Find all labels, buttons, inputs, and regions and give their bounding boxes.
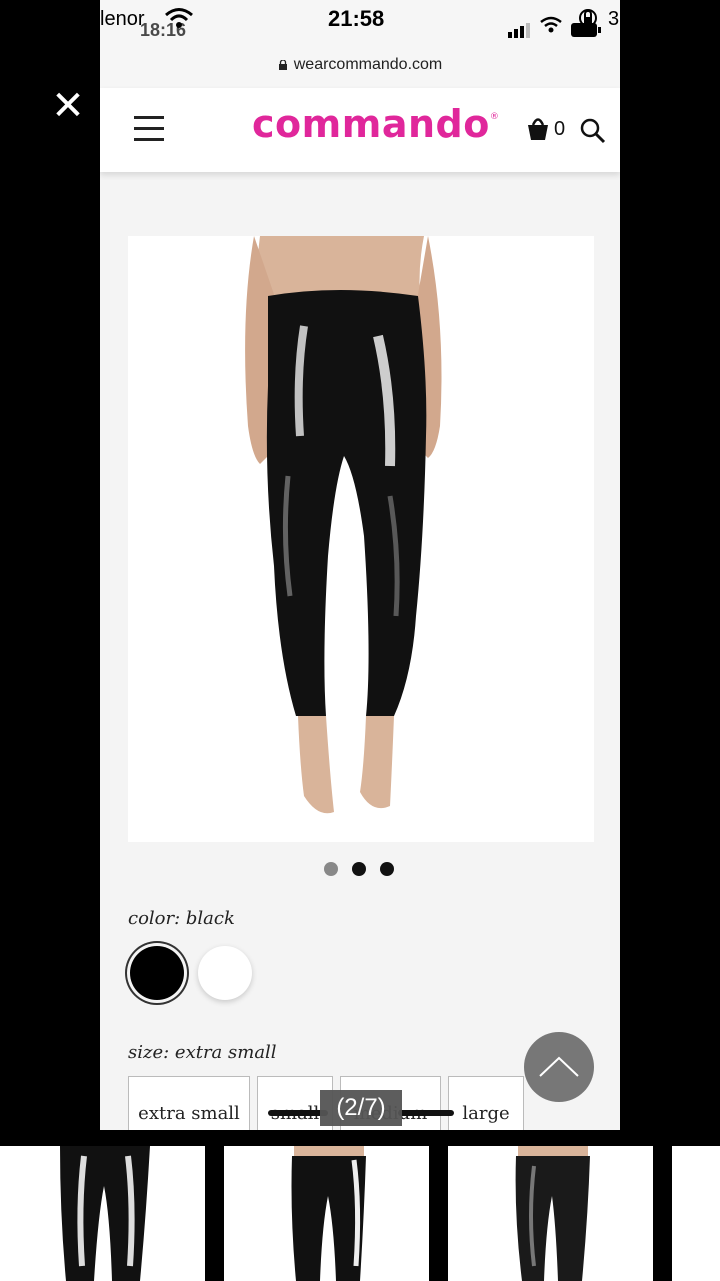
thumbnail-3-image xyxy=(515,1146,590,1281)
product-image[interactable] xyxy=(128,236,594,842)
leggings-illustration xyxy=(245,236,442,814)
scroll-to-top-button[interactable] xyxy=(524,1032,594,1102)
close-viewer-icon[interactable]: ✕ xyxy=(48,86,88,126)
thumbnail-1-image xyxy=(60,1146,150,1281)
color-swatch-white[interactable] xyxy=(198,946,252,1000)
size-button-large[interactable]: large xyxy=(448,1076,524,1130)
wifi-icon-small xyxy=(540,16,562,33)
url-text: wearcommando.com xyxy=(293,56,443,73)
phone-screenshot: lenor 18:16 21:58 3 wearcommando.com com… xyxy=(100,0,620,1130)
wifi-icon xyxy=(165,8,193,28)
carousel-dots xyxy=(324,862,408,878)
url-text-wrap: wearcommando.com xyxy=(278,56,443,74)
brand-logo[interactable]: commando® xyxy=(252,102,499,146)
carousel-dot-3[interactable] xyxy=(380,862,394,876)
battery-percent: 3 xyxy=(608,8,620,30)
counter-line-left xyxy=(268,1110,328,1116)
carousel-dot-2[interactable] xyxy=(352,862,366,876)
cart-count: 0 xyxy=(554,118,566,140)
carrier-label: lenor xyxy=(100,8,145,30)
lock-icon xyxy=(278,60,287,70)
thumbnail-2[interactable] xyxy=(224,1146,429,1281)
color-swatch-black[interactable] xyxy=(130,946,184,1000)
battery-icon xyxy=(571,23,601,37)
image-counter: (2/7) xyxy=(320,1090,402,1126)
menu-icon[interactable] xyxy=(134,116,164,142)
size-label: size: extra small xyxy=(128,1042,277,1063)
shopping-bag-icon[interactable] xyxy=(526,116,550,142)
thumbnail-4[interactable] xyxy=(672,1146,720,1281)
thumbnail-3[interactable] xyxy=(448,1146,653,1281)
thumbnail-1[interactable] xyxy=(0,1146,205,1281)
carousel-dot-1[interactable] xyxy=(324,862,338,876)
counter-line-right xyxy=(398,1110,454,1116)
status-bar: lenor 18:16 21:58 3 xyxy=(100,0,620,46)
trademark: ® xyxy=(489,112,500,122)
clock-label: 21:58 xyxy=(328,6,385,31)
thumbnail-strip xyxy=(0,1146,720,1281)
chevron-up-icon xyxy=(539,1056,579,1077)
site-header: commando® 0 xyxy=(100,88,620,172)
address-bar[interactable]: wearcommando.com xyxy=(100,46,620,88)
size-button-extra-small[interactable]: extra small xyxy=(128,1076,250,1130)
search-icon[interactable] xyxy=(580,118,606,144)
signal-icon xyxy=(508,23,530,38)
thumbnail-2-image xyxy=(291,1146,366,1281)
logo-text: commando xyxy=(252,102,490,146)
color-label: color: black xyxy=(128,908,235,929)
